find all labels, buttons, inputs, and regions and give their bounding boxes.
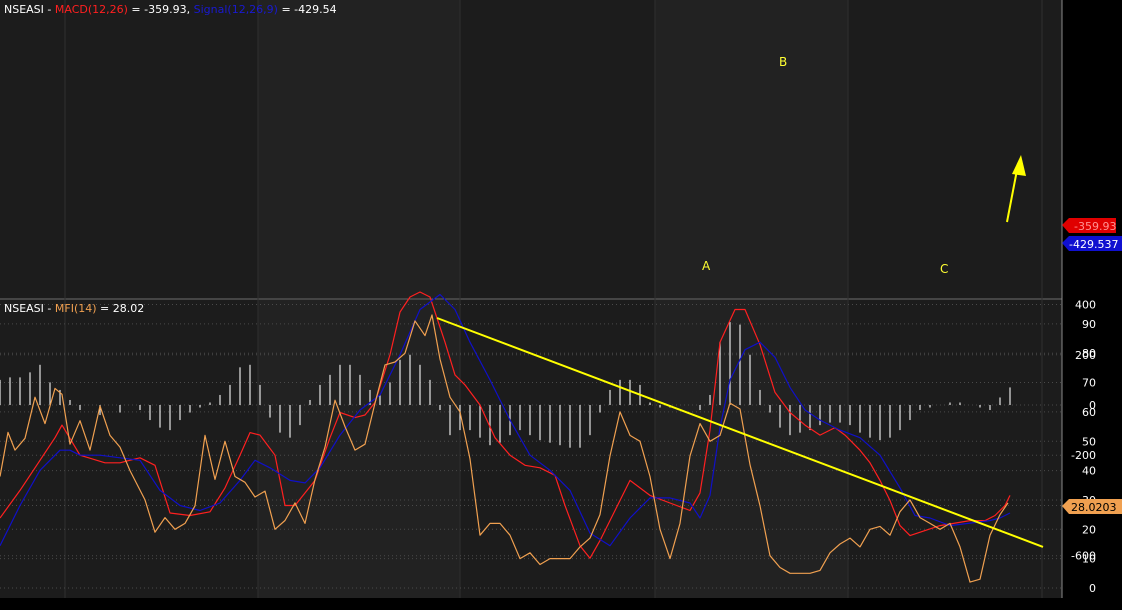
y-tick-label: 70 [1082,377,1096,390]
macd-panel-title: NSEASI - MACD(12,26) = -359.93, Signal(1… [4,3,337,16]
signal-value-badge: -429.537 [1062,236,1122,251]
y-tick-label: 50 [1082,435,1096,448]
shade-band [655,300,848,598]
svg-text:-359.93: -359.93 [1074,220,1116,233]
chart-svg: 4002000-200-400-6009080706050403020100 A… [0,0,1122,610]
y-tick-label: 20 [1082,523,1096,536]
mfi-panel-title: NSEASI - MFI(14) = 28.02 [4,302,144,315]
macd-value-badge: -359.93 [1062,218,1116,233]
y-tick-label: 40 [1082,465,1096,478]
y-tick-label: 90 [1082,318,1096,331]
y-tick-label: 60 [1082,406,1096,419]
mfi-value-badge: 28.0203 [1062,499,1122,514]
svg-text:28.0203: 28.0203 [1071,501,1117,514]
y-tick-label: 80 [1082,347,1096,360]
y-tick-label: -200 [1071,449,1096,462]
annotation-b: B [779,55,787,69]
y-tick-label: 400 [1075,299,1096,312]
annotation-c: C [940,262,948,276]
svg-text:-429.537: -429.537 [1069,238,1118,251]
shade-band [258,0,460,298]
macd-panel-bg [0,0,1062,298]
y-tick-label: 10 [1082,553,1096,566]
chart-root: 4002000-200-400-6009080706050403020100 A… [0,0,1122,610]
y-tick-label: 0 [1089,582,1096,595]
shade-band [655,0,848,298]
shade-band [258,300,460,598]
annotation-a: A [702,259,711,273]
